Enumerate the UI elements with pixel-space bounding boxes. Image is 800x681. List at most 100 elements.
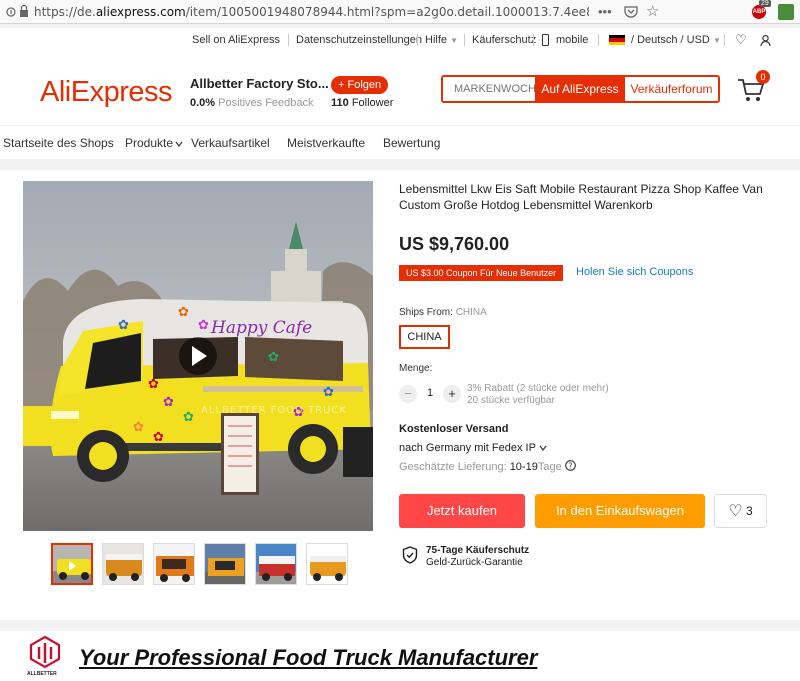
quantity-label: Menge:	[399, 363, 433, 374]
heart-icon: ♡	[728, 503, 743, 520]
divider	[417, 34, 418, 46]
thumbnail-2[interactable]	[102, 543, 144, 585]
nav-products[interactable]: Produkte	[125, 136, 183, 150]
shipping-destination[interactable]: nach Germany mit Fedex IP	[399, 442, 547, 454]
store-name[interactable]: Allbetter Factory Sto... ▼	[190, 76, 340, 91]
truck-sign-text: Happy Cafe	[210, 318, 312, 338]
bulk-discount-text: 3% Rabatt (2 stücke oder mehr)	[467, 383, 609, 394]
svg-text:✿: ✿	[268, 350, 279, 365]
food-truck-image: ✿✿ ✿✿ ✿✿ ✿✿ ✿✿ ✿ Happy Cafe ALLBETTER FO…	[23, 181, 373, 531]
follow-button[interactable]: + Folgen	[331, 76, 389, 94]
follower-count-value: 110	[331, 97, 349, 109]
help-menu[interactable]: Hilfe ▼	[425, 34, 458, 46]
nav-store-home[interactable]: Startseite des Shops	[3, 136, 114, 150]
pocket-icon[interactable]	[624, 5, 638, 18]
search-aliexpress-button[interactable]: Auf AliExpress	[535, 77, 625, 101]
wishlist-button[interactable]: ♡ 3	[714, 494, 767, 528]
more-icon[interactable]: •••	[598, 4, 612, 19]
nav-sale-items[interactable]: Verkaufsartikel	[191, 136, 270, 150]
positive-feedback-value: 0.0%	[190, 97, 216, 109]
shipping-title: Kostenloser Versand	[399, 423, 509, 435]
user-icon[interactable]	[760, 35, 771, 46]
chevron-down-icon	[539, 445, 547, 451]
store-banner: ALLBETTER Your Professional Food Truck M…	[0, 631, 800, 681]
mobile-app-link[interactable]: mobile	[556, 34, 588, 46]
buyer-protection-title: 75-Tage Käuferschutz	[426, 545, 530, 556]
quantity-info: 3% Rabatt (2 stücke oder mehr) 20 stücke …	[467, 383, 609, 407]
divider	[724, 34, 725, 46]
buy-now-button[interactable]: Jetzt kaufen	[399, 494, 525, 528]
svg-text:✿: ✿	[323, 385, 334, 400]
svg-text:✿: ✿	[178, 305, 189, 320]
adblock-icon[interactable]: ABP	[752, 5, 766, 19]
buyer-protection-link[interactable]: Käuferschutz	[472, 34, 536, 46]
delivery-value: 10-19	[509, 461, 538, 473]
product-price: US $9,760.00	[399, 234, 510, 254]
help-label: Hilfe	[425, 34, 448, 46]
positive-feedback: 0.0% Positives Feedback	[190, 97, 314, 109]
quantity-increase-button[interactable]: +	[443, 385, 461, 403]
ships-from-label: Ships From:	[399, 307, 453, 318]
watermark-text: ALLBETTER FOOD TRUCK	[201, 405, 347, 416]
thumbnail-6[interactable]	[306, 543, 348, 585]
currency-label: USD	[686, 34, 710, 46]
get-coupons-link[interactable]: Holen Sie sich Coupons	[576, 266, 693, 278]
search-box: Auf AliExpress Verkäuferforum	[441, 75, 720, 103]
quantity-decrease-button[interactable]: −	[399, 385, 417, 403]
shield-check-icon	[402, 546, 418, 564]
adblock-count-badge: 29	[759, 0, 771, 7]
heart-icon[interactable]: ♡	[735, 32, 747, 48]
aliexpress-logo[interactable]: AliExpress	[40, 76, 173, 109]
cart-count-badge: 0	[756, 70, 770, 84]
thumbnail-4[interactable]	[204, 543, 246, 585]
ship-from-option-china[interactable]: CHINA	[399, 325, 450, 349]
star-icon[interactable]: ☆	[646, 2, 659, 20]
thumbnail-1[interactable]	[51, 543, 93, 585]
thumbnail-3[interactable]	[153, 543, 195, 585]
mobile-icon	[542, 34, 549, 46]
add-to-cart-button[interactable]: In den Einkaufswagen	[535, 494, 705, 528]
svg-text:✿: ✿	[183, 410, 194, 425]
divider	[533, 34, 534, 46]
privacy-settings-link[interactable]: Datenschutzeinstellungen	[296, 34, 422, 46]
url-domain: aliexpress.com	[95, 5, 186, 19]
thumbnail-5[interactable]	[255, 543, 297, 585]
main-product-image[interactable]: ✿ ✿ ✿ ✿ ✿ ✿ ✿ ✿ ✿ ✿ ✿ Happy Cafe ALLBETTER FO…	[23, 181, 373, 531]
nav-rating[interactable]: Bewertung	[383, 136, 440, 150]
money-back-guarantee: Geld-Zurück-Garantie	[426, 557, 523, 568]
caret-down-icon: ▼	[712, 36, 721, 45]
germany-flag-icon	[609, 35, 625, 45]
delivery-unit: Tage	[537, 461, 562, 473]
banner-headline: Your Professional Food Truck Manufacture…	[79, 645, 538, 670]
nav-products-label: Produkte	[125, 136, 174, 150]
product-card: ✿ ✿ ✿ ✿ ✿ ✿ ✿ ✿ ✿ ✿ ✿ Happy Cafe ALLBETTER FO…	[0, 170, 800, 620]
svg-text:?: ?	[568, 461, 572, 470]
search-input[interactable]	[443, 77, 535, 101]
extension-icon[interactable]	[778, 4, 794, 20]
svg-text:✿: ✿	[133, 420, 144, 435]
divider	[288, 34, 289, 46]
shipping-destination-text: nach Germany mit Fedex IP	[399, 442, 536, 454]
seller-forum-button[interactable]: Verkäuferforum	[625, 77, 718, 101]
help-icon[interactable]: ?	[564, 460, 576, 471]
nav-bestsellers[interactable]: Meistverkaufte	[287, 136, 365, 150]
sell-link[interactable]: Sell on AliExpress	[192, 34, 280, 46]
allbetter-logo-icon	[29, 635, 61, 669]
chevron-down-icon	[175, 141, 183, 147]
product-title: Lebensmittel Lkw Eis Saft Mobile Restaur…	[399, 182, 763, 212]
ships-from-value: CHINA	[455, 307, 487, 318]
site-top-strip: Sell on AliExpress Datenschutzeinstellun…	[0, 28, 800, 52]
language-label: / Deutsch /	[631, 34, 684, 46]
divider	[598, 34, 599, 46]
svg-text:✿: ✿	[163, 395, 174, 410]
caret-down-icon: ▼	[450, 36, 458, 45]
svg-text:✿: ✿	[198, 318, 209, 333]
language-currency-menu[interactable]: / Deutsch / USD ▼	[631, 34, 721, 46]
info-icon[interactable]	[6, 5, 16, 18]
ships-from: Ships From: CHINA	[399, 307, 487, 318]
divider	[464, 34, 465, 46]
quantity-input[interactable]: 1	[422, 387, 438, 399]
url-field[interactable]: https://de.aliexpress.com/item/100500194…	[34, 5, 589, 19]
lock-icon[interactable]	[19, 5, 29, 18]
stock-available-text: 20 stücke verfügbar	[467, 395, 555, 406]
